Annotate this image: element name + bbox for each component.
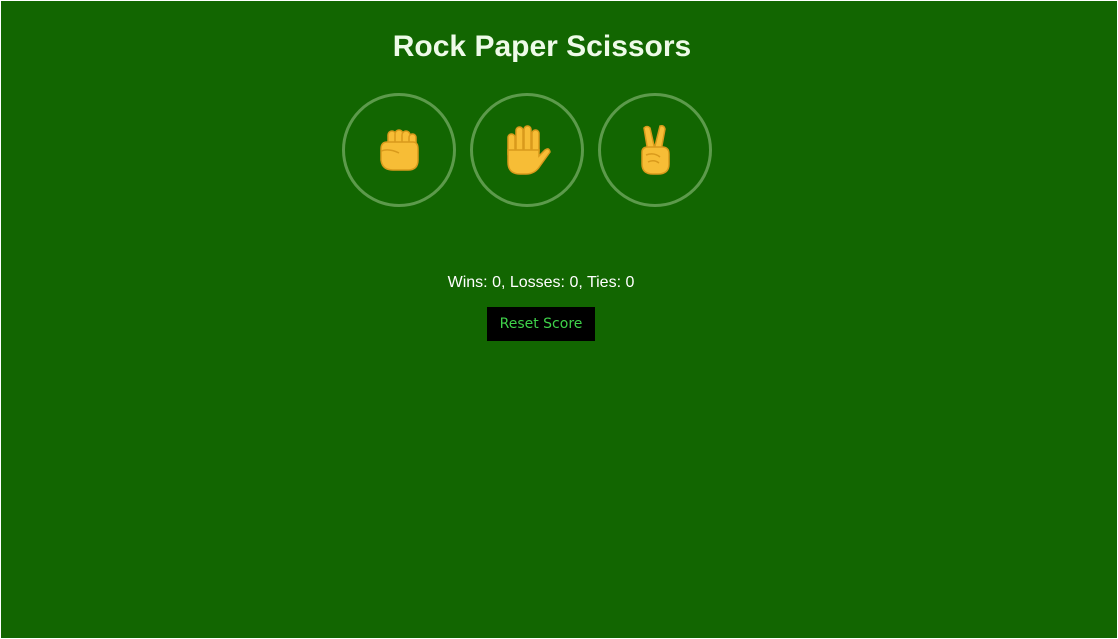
- game-page: Rock Paper Scissors Wins: 0, Losses: 0, …: [1, 1, 1117, 638]
- scissors-button[interactable]: [598, 93, 712, 207]
- score-text: Wins: 0, Losses: 0, Ties: 0: [447, 274, 635, 291]
- move-buttons: [342, 93, 712, 207]
- victory-hand-icon: [636, 124, 674, 176]
- raised-fist-icon: [377, 127, 421, 173]
- raised-hand-icon: [502, 124, 552, 176]
- rock-button[interactable]: [342, 93, 456, 207]
- page-title: Rock Paper Scissors: [392, 30, 692, 63]
- reset-score-button[interactable]: Reset Score: [487, 307, 595, 341]
- paper-button[interactable]: [470, 93, 584, 207]
